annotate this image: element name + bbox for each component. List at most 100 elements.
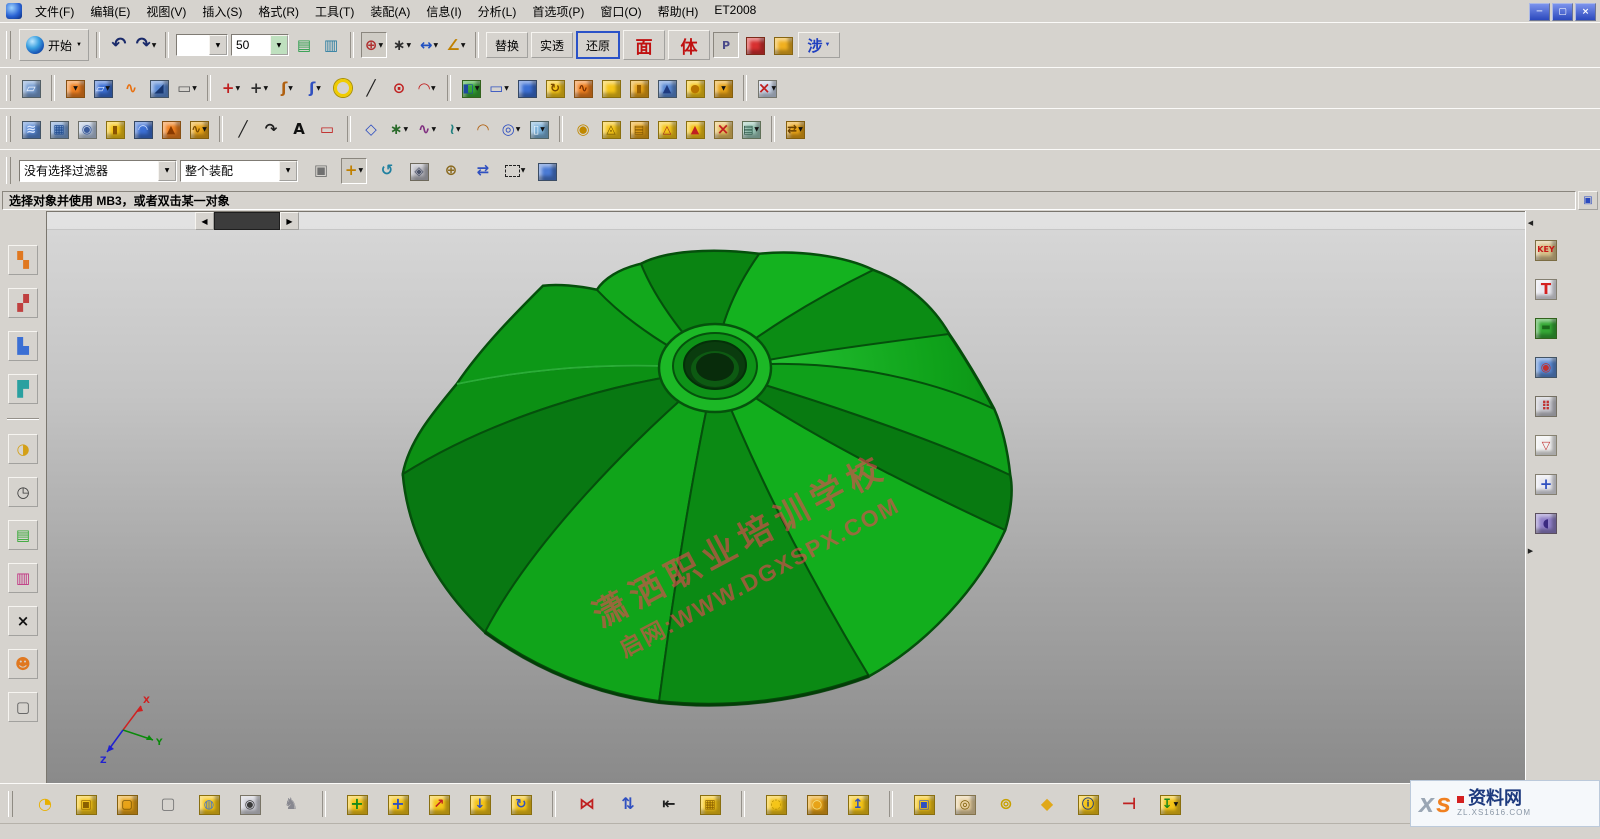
menu-assemblies[interactable]: 装配(A) bbox=[362, 0, 418, 23]
pattern-horse-icon[interactable]: ♞ bbox=[277, 790, 305, 818]
replace-button[interactable]: 替换 bbox=[486, 32, 528, 58]
component-box-icon[interactable]: ▢ bbox=[113, 790, 141, 818]
point-dialog-icon[interactable]: ∗▼ bbox=[390, 33, 414, 57]
dropdown-arrow-icon[interactable]: ▼ bbox=[358, 167, 363, 174]
resource-collapse-top-icon[interactable]: ◀ bbox=[1526, 215, 1535, 231]
snap-point-options-icon[interactable]: +▼ bbox=[341, 158, 367, 184]
display-cube-icon[interactable]: ◈ bbox=[407, 159, 431, 183]
menu-format[interactable]: 格式(R) bbox=[250, 0, 307, 23]
wave-surface-icon[interactable]: ∿▼ bbox=[187, 117, 211, 141]
bridge-curve-icon[interactable]: ◠ bbox=[471, 117, 495, 141]
copy-feature-icon[interactable]: ▤▼ bbox=[739, 117, 763, 141]
cube-triangle-icon[interactable]: ◬ bbox=[599, 117, 623, 141]
menu-preferences[interactable]: 首选项(P) bbox=[524, 0, 592, 23]
ruled-surface-icon[interactable]: ◢ bbox=[147, 76, 171, 100]
block-icon[interactable] bbox=[599, 76, 623, 100]
dropdown-arrow-icon[interactable]: ▼ bbox=[1174, 801, 1179, 808]
add-component-icon[interactable]: + bbox=[343, 790, 371, 818]
empty-component-icon[interactable]: ▢ bbox=[154, 790, 182, 818]
move-component-icon[interactable]: ↗ bbox=[425, 790, 453, 818]
dropdown-arrow-icon[interactable]: ▼ bbox=[235, 85, 240, 92]
information-icon[interactable]: ▤ bbox=[8, 520, 38, 550]
combo-arrow-icon[interactable]: ▼ bbox=[209, 35, 227, 55]
circle-icon[interactable]: ⊙ bbox=[387, 76, 411, 100]
boss-icon[interactable]: ▼ bbox=[711, 76, 735, 100]
dropdown-arrow-icon[interactable]: ▼ bbox=[263, 85, 268, 92]
ring-tool-icon[interactable]: ⊚ bbox=[992, 790, 1020, 818]
impeller-model[interactable] bbox=[357, 242, 1057, 732]
undo-icon[interactable]: ↶ bbox=[107, 33, 131, 57]
toolbar-grip[interactable] bbox=[6, 75, 11, 101]
revolve-icon[interactable]: ↻ bbox=[543, 76, 567, 100]
cylinder-surface-icon[interactable]: ▮ bbox=[103, 117, 127, 141]
pattern-component-icon[interactable]: ▦ bbox=[696, 790, 724, 818]
dropdown-arrow-icon[interactable]: ▼ bbox=[76, 42, 82, 48]
gold-wedge-icon[interactable] bbox=[771, 33, 795, 57]
datum-csys-icon[interactable]: ▼ bbox=[63, 76, 87, 100]
component-disc-icon[interactable]: ◍ bbox=[195, 790, 223, 818]
viewport-scrollbar[interactable]: ◀ ▶ bbox=[195, 212, 299, 230]
dropdown-arrow-icon[interactable]: ▼ bbox=[73, 85, 78, 92]
rotate-view-icon[interactable]: ⊕ bbox=[439, 159, 463, 183]
dropdown-arrow-icon[interactable]: ▼ bbox=[288, 85, 293, 92]
user-roles-icon[interactable]: ☻ bbox=[8, 649, 38, 679]
dropdown-arrow-icon[interactable]: ▼ bbox=[475, 85, 480, 92]
menu-analysis[interactable]: 分析(L) bbox=[470, 0, 525, 23]
dropdown-arrow-icon[interactable]: ▼ bbox=[406, 42, 411, 49]
sheet-warn-icon[interactable]: ▲ bbox=[683, 117, 707, 141]
menu-et2008[interactable]: ET2008 bbox=[706, 0, 764, 23]
display-style-combo[interactable]: ▼ bbox=[176, 34, 228, 56]
combo-arrow-icon[interactable]: ▼ bbox=[158, 161, 176, 181]
sequence-icon[interactable]: ◎ bbox=[951, 790, 979, 818]
promote-body-icon[interactable]: ↥ bbox=[844, 790, 872, 818]
offset-curve-icon[interactable]: ◎▼ bbox=[499, 117, 523, 141]
dropdown-arrow-icon[interactable]: ▼ bbox=[540, 126, 545, 133]
orient-view-icon[interactable]: ↺ bbox=[375, 159, 399, 183]
bearing-icon[interactable]: ◉ bbox=[571, 117, 595, 141]
line2-icon[interactable]: ╱ bbox=[231, 117, 255, 141]
menu-edit[interactable]: 编辑(E) bbox=[82, 0, 138, 23]
cup-tool-icon[interactable]: ▽ bbox=[1533, 432, 1559, 458]
swept-surface-icon[interactable]: ≋ bbox=[19, 117, 43, 141]
prompt-options-icon[interactable]: ▣ bbox=[1578, 191, 1598, 210]
selection-scope-combo[interactable]: 整个装配 ▼ bbox=[180, 160, 298, 182]
datum-plane-icon[interactable]: ▱▼ bbox=[91, 76, 115, 100]
magnify-surface-icon[interactable]: ◉ bbox=[75, 117, 99, 141]
graphics-window[interactable]: ◀ ▶ bbox=[46, 211, 1526, 784]
find-component-icon[interactable]: ▣ bbox=[309, 159, 333, 183]
polygon-icon[interactable]: ◇ bbox=[359, 117, 383, 141]
operation-navigator-icon[interactable]: ▛ bbox=[8, 374, 38, 404]
helix-icon[interactable]: ʃ▼ bbox=[303, 76, 327, 100]
scroll-thumb[interactable] bbox=[214, 212, 280, 230]
mesh-surface-icon[interactable]: ▦ bbox=[47, 117, 71, 141]
profile-icon[interactable]: ▭▼ bbox=[487, 76, 511, 100]
dropdown-arrow-icon[interactable]: ▼ bbox=[403, 126, 408, 133]
dropdown-arrow-icon[interactable]: ▼ bbox=[798, 126, 803, 133]
toolbar-grip[interactable] bbox=[6, 157, 11, 184]
scroll-right-button[interactable]: ▶ bbox=[280, 212, 299, 230]
dropdown-arrow-icon[interactable]: ▼ bbox=[431, 126, 436, 133]
scroll-left-button[interactable]: ◀ bbox=[195, 212, 214, 230]
dropdown-arrow-icon[interactable]: ▼ bbox=[504, 85, 509, 92]
dropdown-arrow-icon[interactable]: ▼ bbox=[461, 42, 466, 49]
wave-ring-icon[interactable]: ○ bbox=[803, 790, 831, 818]
windows-icon[interactable]: ▢ bbox=[8, 692, 38, 722]
dropdown-arrow-icon[interactable]: ▼ bbox=[192, 85, 197, 92]
menu-information[interactable]: 信息(I) bbox=[418, 0, 469, 23]
assembly-cubes-icon[interactable]: ▣ bbox=[72, 790, 100, 818]
restore-button[interactable]: ▢ bbox=[1552, 3, 1573, 21]
fitting-icon[interactable]: ◖ bbox=[1533, 510, 1559, 536]
align-component-icon[interactable]: ⇅ bbox=[614, 790, 642, 818]
dropdown-arrow-icon[interactable]: ▼ bbox=[754, 126, 759, 133]
point-set-icon[interactable]: +▼ bbox=[247, 76, 271, 100]
camera-component-icon[interactable]: ◉ bbox=[236, 790, 264, 818]
measure-tools-icon[interactable]: × bbox=[8, 606, 38, 636]
dropdown-arrow-icon[interactable]: ▼ bbox=[105, 85, 110, 92]
combo-arrow-icon[interactable]: ▼ bbox=[270, 35, 288, 55]
cylinder-icon[interactable]: ▮ bbox=[627, 76, 651, 100]
project-curve-icon[interactable]: ▯▼ bbox=[527, 117, 551, 141]
dropdown-arrow-icon[interactable]: ▼ bbox=[152, 42, 157, 49]
reuse-part-icon[interactable]: ▬ bbox=[1533, 315, 1559, 341]
dropdown-arrow-icon[interactable]: ▼ bbox=[456, 126, 461, 133]
dropdown-arrow-icon[interactable]: ▼ bbox=[202, 126, 207, 133]
